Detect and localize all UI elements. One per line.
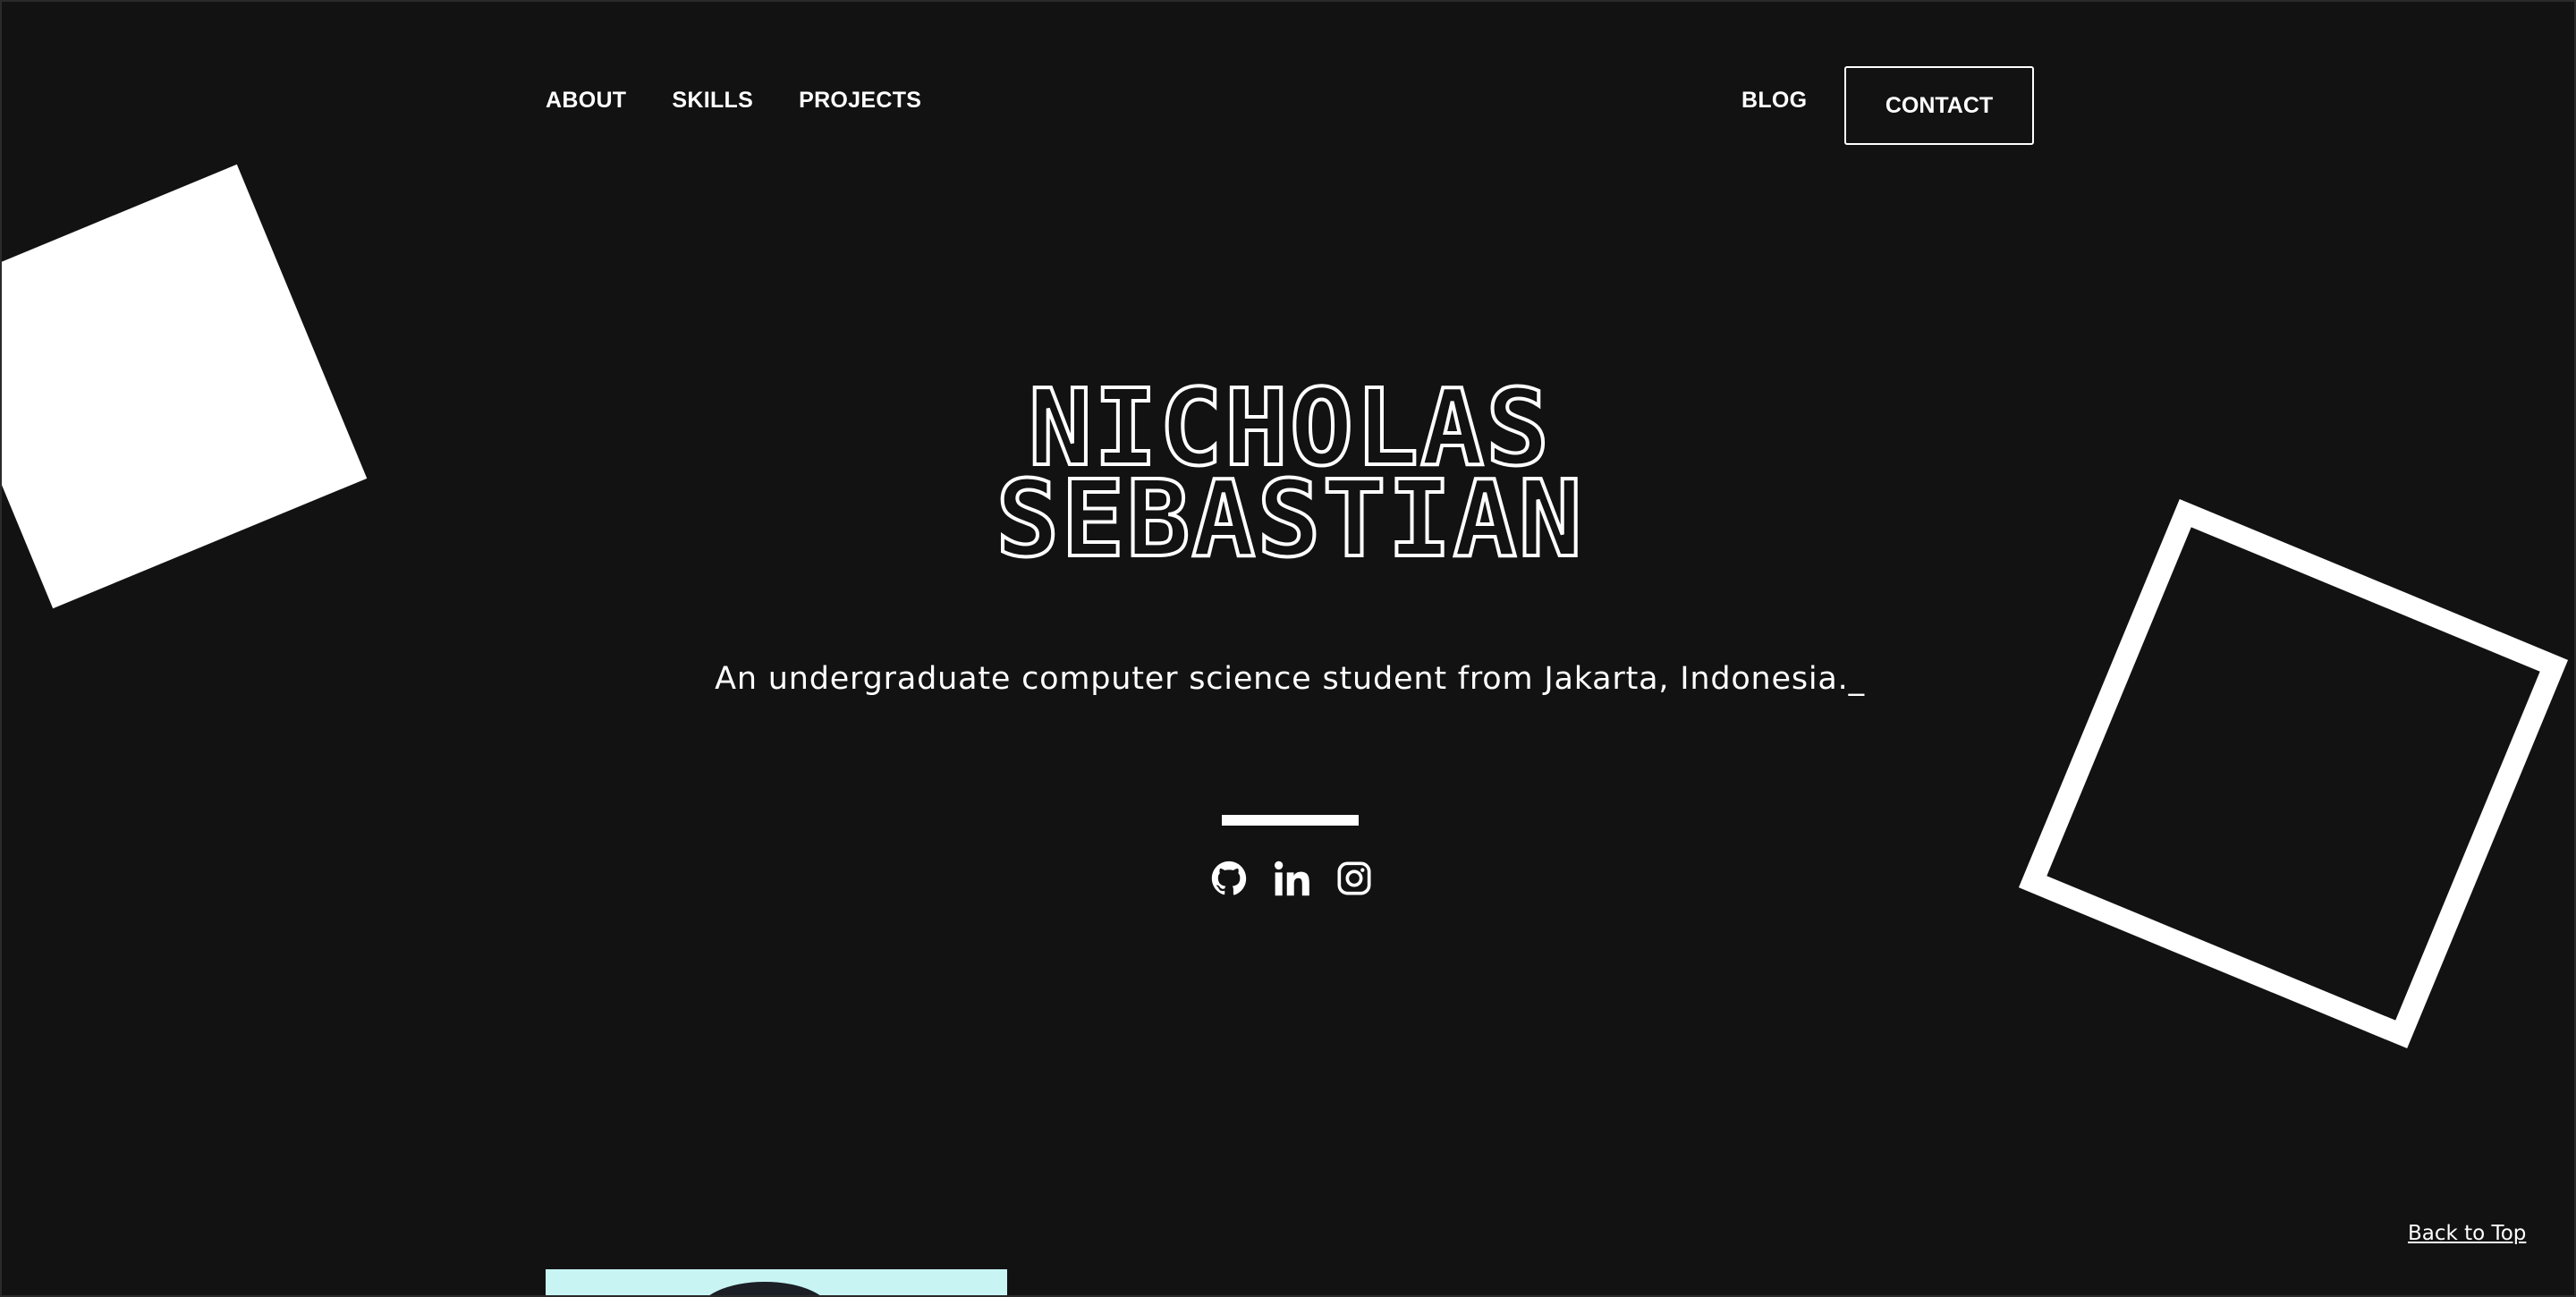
linkedin-link[interactable] xyxy=(1272,859,1311,898)
nav-projects-link[interactable]: PROJECTS xyxy=(799,88,921,114)
nav-skills-link[interactable]: SKILLS xyxy=(672,88,753,114)
hero-name-last: SEBASTIAN xyxy=(994,457,1584,581)
instagram-icon xyxy=(1337,861,1371,895)
linkedin-icon xyxy=(1274,860,1309,896)
hero-tagline: An undergraduate computer science studen… xyxy=(715,661,1865,697)
profile-photo xyxy=(546,1269,1007,1295)
decorative-outline-square xyxy=(2018,498,2569,1049)
profile-photo-subject xyxy=(698,1282,832,1295)
main-nav: ABOUT SKILLS PROJECTS xyxy=(546,88,921,114)
hero-divider xyxy=(1222,815,1359,826)
nav-blog-link[interactable]: BLOG xyxy=(1741,88,1807,114)
nav-about-link[interactable]: ABOUT xyxy=(546,88,626,114)
instagram-link[interactable] xyxy=(1335,859,1374,898)
contact-button[interactable]: CONTACT xyxy=(1844,66,2034,145)
page-frame: ABOUT SKILLS PROJECTS BLOG CONTACT NICHO… xyxy=(0,0,2576,1297)
social-links xyxy=(1209,859,1374,898)
hero-name: NICHOLAS SEBASTIAN xyxy=(2,373,2574,581)
github-link[interactable] xyxy=(1209,859,1249,898)
back-to-top-link[interactable]: Back to Top xyxy=(2408,1222,2526,1245)
github-icon xyxy=(1211,860,1247,895)
